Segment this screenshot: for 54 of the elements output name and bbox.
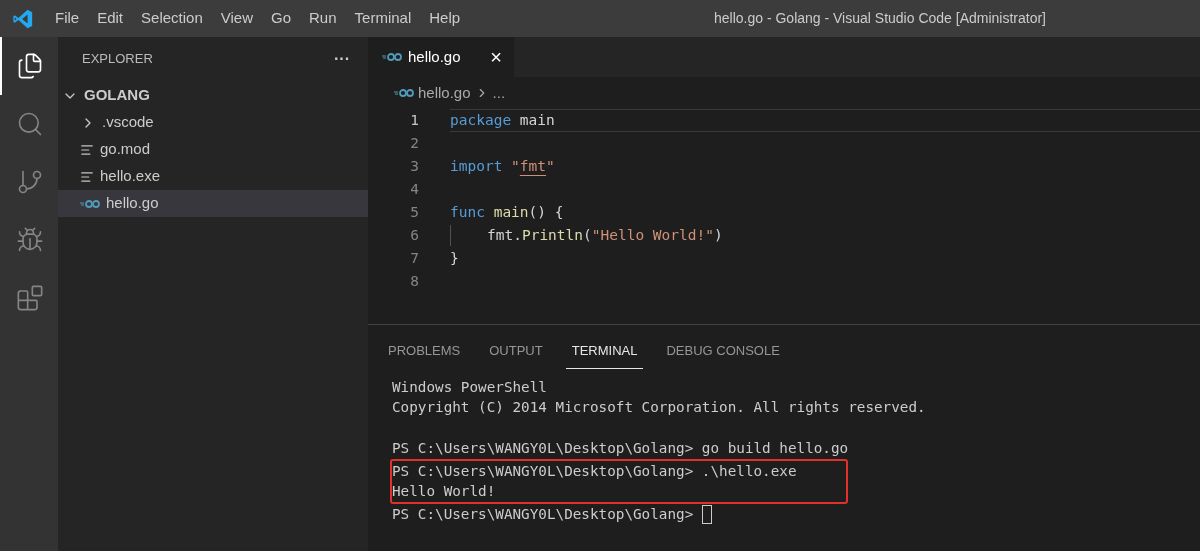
line-number: 3 — [409, 156, 419, 176]
explorer-item[interactable]: .vscode — [58, 109, 368, 136]
code-text: import "fmt" — [450, 156, 555, 176]
file-icon — [80, 142, 94, 157]
go-file-icon — [394, 88, 414, 98]
line-number: 4 — [409, 179, 419, 199]
explorer-item[interactable]: hello.go — [58, 190, 368, 217]
panel-tab[interactable]: TERMINAL — [565, 340, 644, 369]
breadcrumb-item[interactable]: ... — [492, 81, 506, 105]
go-file-icon — [382, 52, 402, 62]
explorer-item[interactable]: hello.exe — [58, 163, 368, 190]
code-text: fmt.Println("Hello World!") — [487, 225, 723, 245]
line-number: 2 — [409, 133, 419, 153]
terminal-line: PS C:\Users\WANGY0L\Desktop\Golang> go build hello.go — [392, 439, 849, 459]
code-text: } — [450, 248, 459, 268]
panel-tab[interactable]: OUTPUT — [483, 340, 549, 369]
menu-item[interactable]: Edit — [88, 7, 133, 30]
line-number: 7 — [409, 248, 419, 268]
breadcrumb-item[interactable]: hello.go — [418, 81, 471, 105]
menu-item[interactable]: Terminal — [345, 7, 421, 30]
menu-item[interactable]: View — [211, 7, 262, 30]
terminal-line: PS C:\Users\WANGY0L\Desktop\Golang> — [392, 504, 695, 524]
files-icon — [16, 52, 44, 80]
code-text: package main — [450, 110, 555, 130]
close-button[interactable]: × — [490, 47, 502, 67]
app-logo-icon — [12, 7, 34, 30]
panel-tab[interactable]: DEBUG CONSOLE — [660, 340, 786, 369]
terminal-line: PS C:\Users\WANGY0L\Desktop\Golang> .\hello.exe — [392, 461, 797, 481]
code-text: func main() { — [450, 202, 564, 222]
file-icon — [80, 169, 94, 184]
line-number: 6 — [409, 225, 419, 245]
menu-item[interactable]: Help — [420, 7, 470, 30]
menu-item[interactable]: Selection — [132, 7, 212, 30]
terminal-line: Windows PowerShell — [392, 377, 547, 397]
go-file-icon — [80, 198, 100, 209]
line-number: 5 — [409, 202, 419, 222]
debug-icon — [16, 226, 44, 254]
menu-item[interactable]: File — [46, 7, 89, 30]
more-actions-button[interactable]: ··· — [334, 47, 350, 71]
extensions-icon — [16, 284, 44, 312]
explorer-item[interactable]: GOLANG — [58, 82, 368, 109]
menu-item[interactable]: Go — [262, 7, 300, 30]
source-control-icon — [16, 168, 44, 196]
line-number: 1 — [409, 110, 419, 130]
editor-tab[interactable]: hello.go × — [368, 37, 514, 77]
terminal-line: Hello World! — [392, 482, 496, 502]
window-title: hello.go - Golang - Visual Studio Code [Administrator] — [713, 9, 1046, 28]
search-icon — [16, 110, 44, 138]
explorer-item[interactable]: go.mod — [58, 136, 368, 163]
sidebar-title: EXPLORER — [82, 50, 153, 69]
panel-tab[interactable]: PROBLEMS — [382, 340, 467, 369]
line-number: 8 — [409, 271, 419, 291]
menu-item[interactable]: Run — [300, 7, 346, 30]
terminal-line: Copyright (C) 2014 Microsoft Corporation. All rights reserved. — [392, 398, 926, 418]
